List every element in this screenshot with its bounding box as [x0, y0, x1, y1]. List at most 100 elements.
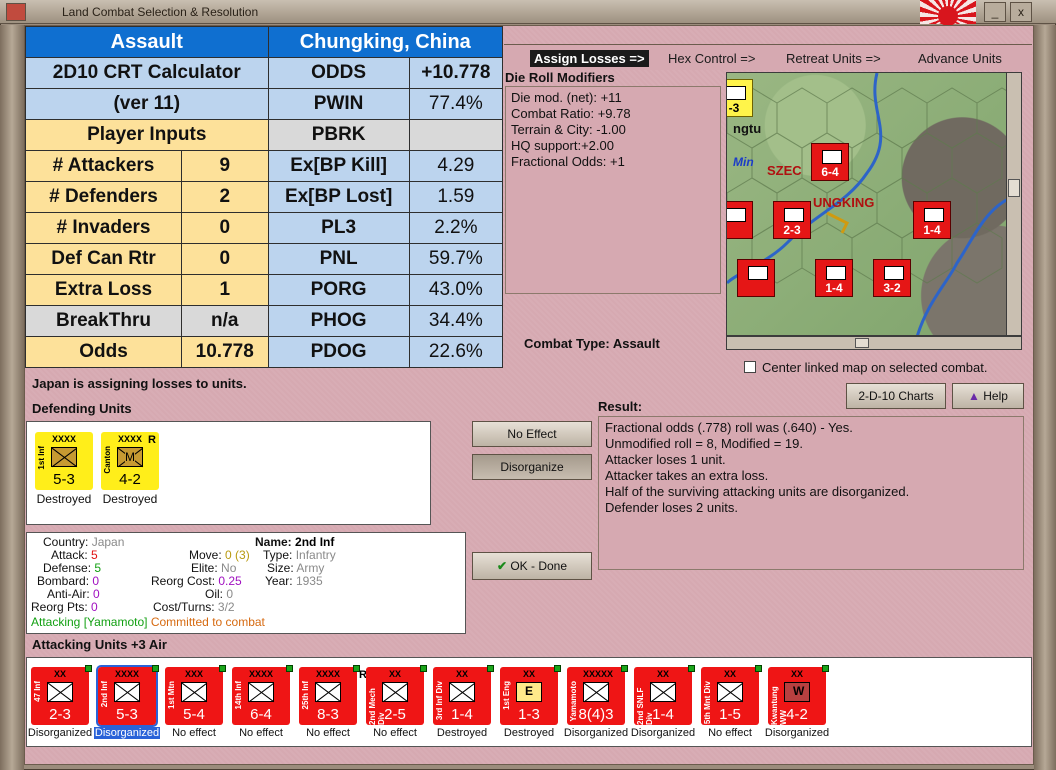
unit-letter: M: [125, 450, 135, 464]
attacking-unit-counter[interactable]: 2nd SNLF Div XX 1-4: [634, 665, 695, 725]
unit-type-symbol-icon: [114, 682, 140, 702]
map-unit[interactable]: [737, 259, 775, 297]
unit-symbol-icon: [784, 208, 804, 222]
center-map-checkbox[interactable]: [744, 361, 756, 373]
map-vertical-scrollbar[interactable]: [1006, 72, 1022, 336]
unit-side-label: Canton: [103, 446, 112, 474]
info-elite: Elite: No: [191, 561, 237, 575]
crt-calculator-table: Assault Chungking, China 2D10 CRT Calcul…: [25, 26, 504, 368]
unit-size-label: XXXXX: [583, 669, 614, 679]
map-unit[interactable]: 1-4: [815, 259, 853, 297]
drm-line: Die mod. (net): +11: [511, 90, 622, 105]
ok-done-button[interactable]: ✔ OK - Done: [472, 552, 592, 580]
unit-size-label: XXXX: [117, 434, 142, 444]
unit-size-label: XXXX: [248, 669, 273, 679]
minimize-button[interactable]: _: [984, 2, 1006, 22]
unit-side-label: 2nd Inf: [100, 681, 109, 708]
result-line: Unmodified roll = 8, Modified = 19.: [605, 436, 803, 451]
result-line: Fractional odds (.778) roll was (.640) -…: [605, 420, 853, 435]
unit-symbol-icon: [822, 150, 842, 164]
info-name: Name: 2nd Inf: [255, 535, 335, 549]
unit-size-label: XXXX: [114, 669, 139, 679]
attacking-unit-counter[interactable]: 1st Mtn XXX 5-4: [165, 665, 226, 725]
unit-letter: E: [525, 684, 534, 698]
crt-in-label: Odds: [25, 336, 182, 368]
map-unit[interactable]: 3-2: [873, 259, 911, 297]
result-line: Attacker loses 1 unit.: [605, 452, 726, 467]
phase-menu-bar: Assign Losses => Hex Control => Retreat …: [504, 44, 1032, 70]
crt-in-label: # Attackers: [25, 150, 182, 182]
unit-strength: 2-5: [384, 706, 406, 723]
map-unit[interactable]: 2-3: [773, 201, 811, 239]
attacking-unit-counter[interactable]: 47 Inf XX 2-3: [31, 665, 92, 725]
scroll-thumb[interactable]: [855, 338, 869, 348]
attacking-unit-counter[interactable]: 14th Inf XXXX 6-4: [232, 665, 293, 725]
attacking-unit-counter[interactable]: 25th Inf XXXX 8-3 R: [299, 665, 367, 725]
unit-status-dot-icon: [286, 665, 293, 672]
unit-status-caption: Destroyed: [102, 492, 158, 506]
unit-status-caption: Destroyed: [436, 727, 488, 739]
map-unit[interactable]: [727, 201, 753, 239]
menu-hex-control[interactable]: Hex Control =>: [668, 51, 755, 66]
unit-symbol-icon: [727, 208, 746, 222]
unit-type-symbol-icon: [583, 682, 609, 702]
checkmark-icon: ✔: [496, 559, 507, 573]
attacking-unit-counter[interactable]: 5th Mnt Div XX 1-5: [701, 665, 762, 725]
unit-status-dot-icon: [219, 665, 226, 672]
unit-size-label: XX: [790, 669, 803, 679]
help-button[interactable]: ▲ Help: [952, 383, 1024, 409]
result-line: Half of the surviving attacking units ar…: [605, 484, 910, 499]
attacking-unit-counter[interactable]: Kwantung WW XX W 4-2: [768, 665, 829, 725]
map-horizontal-scrollbar[interactable]: [726, 336, 1022, 350]
defending-unit-counter[interactable]: 1st Inf XXXX 5-3: [35, 432, 93, 490]
result-label: Result:: [598, 399, 643, 414]
unit-strength: 8-3: [317, 706, 339, 723]
crt-in-value: n/a: [180, 305, 269, 337]
crt-in-label: # Defenders: [25, 181, 182, 213]
unit-status-dot-icon: [621, 665, 628, 672]
unit-status-caption: Disorganized: [563, 727, 629, 739]
rising-sun-flag-icon: [920, 0, 976, 26]
attacking-unit-counter[interactable]: 2nd Mech Div XX 2-5: [366, 665, 427, 725]
crt-out-label: PDOG: [267, 336, 410, 368]
unit-symbol-icon: [884, 266, 904, 280]
unit-strength: 6-4: [250, 706, 272, 723]
drm-panel: Die mod. (net): +11 Combat Ratio: +9.78 …: [505, 86, 721, 294]
unit-type-symbol-icon: [47, 682, 73, 702]
menu-advance-units[interactable]: Advance Units: [918, 51, 1002, 66]
crt-in-label: # Invaders: [25, 212, 182, 244]
unit-strength: 5-3: [116, 706, 138, 723]
map-unit[interactable]: -3: [727, 79, 753, 117]
unit-symbol-icon: [924, 208, 944, 222]
unit-info-panel: Country: Japan Attack: 5 Defense: 5 Bomb…: [26, 532, 466, 634]
crt-out-value: 22.6%: [408, 336, 504, 368]
unit-size-label: XX: [522, 669, 535, 679]
attacking-unit-counter[interactable]: Yamamoto XXXXX 8(4)3: [567, 665, 628, 725]
unit-strength: 5-4: [183, 706, 205, 723]
unit-status-caption: Disorganized: [94, 727, 160, 739]
militia-symbol-icon: M: [117, 447, 143, 467]
map-unit[interactable]: 1-4: [913, 201, 951, 239]
attacking-unit-counter[interactable]: 3rd Inf Div XX 1-4: [433, 665, 494, 725]
unit-status-dot-icon: [822, 665, 829, 672]
map-unit[interactable]: 6-4: [811, 143, 849, 181]
defending-unit-counter[interactable]: Canton XXXX R M 4-2: [101, 432, 159, 490]
scroll-thumb[interactable]: [1008, 179, 1020, 197]
linked-map[interactable]: ngtu SZEC UNGKING Min -3 6-4 2-3 1-4 1-4…: [726, 72, 1022, 336]
unit-size-label: XX: [388, 669, 401, 679]
unit-status-caption: No effect: [306, 727, 350, 739]
attacking-unit-counter[interactable]: 1st Eng XX E 1-3: [500, 665, 561, 725]
unit-strength: 2-3: [49, 706, 71, 723]
close-button[interactable]: x: [1010, 2, 1032, 22]
map-unit-value: 3-2: [883, 281, 901, 295]
disorganize-button[interactable]: Disorganize: [472, 454, 592, 480]
unit-strength: 4-2: [786, 706, 808, 723]
attacking-unit-counter[interactable]: 2nd Inf XXXX 5-3: [96, 665, 159, 727]
menu-assign-losses[interactable]: Assign Losses =>: [530, 50, 649, 67]
no-effect-button[interactable]: No Effect: [472, 421, 592, 447]
attacking-units-panel: 47 Inf XX 2-3 Disorganized 2nd Inf XXXX 5-3 Dis…: [26, 657, 1032, 747]
title-bar[interactable]: Land Combat Selection & Resolution _ x: [0, 0, 1056, 26]
unit-status-dot-icon: [85, 665, 92, 672]
menu-retreat-units[interactable]: Retreat Units =>: [786, 51, 881, 66]
charts-button[interactable]: 2-D-10 Charts: [846, 383, 946, 409]
